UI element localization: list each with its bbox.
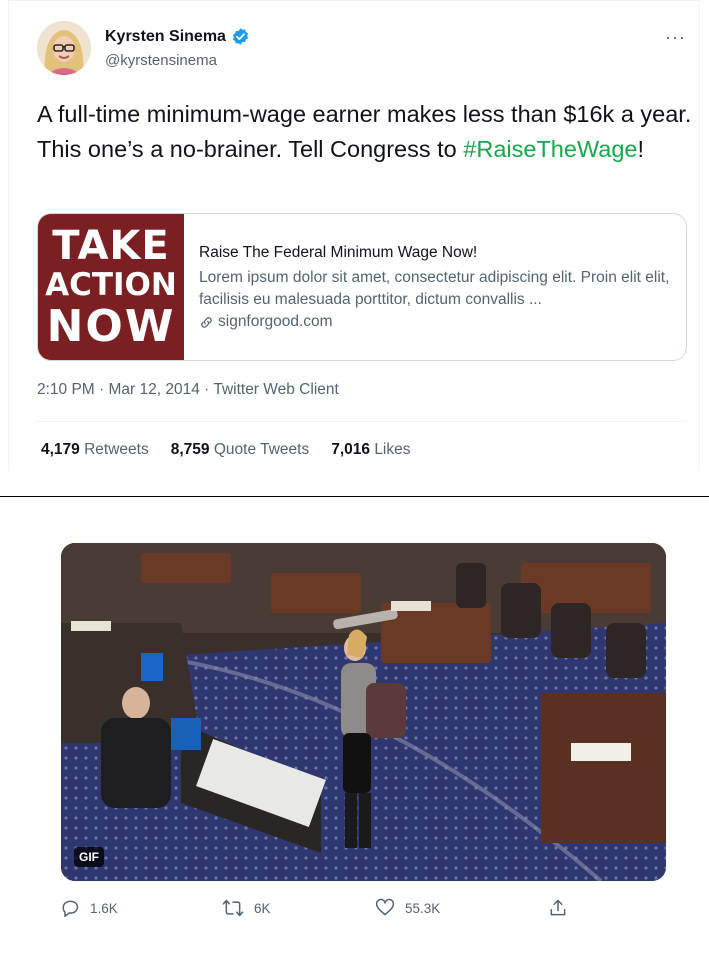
link-icon <box>201 316 212 328</box>
tweet: Kyrsten Sinema @kyrstensinema ··· A full… <box>8 0 700 471</box>
gif-media[interactable]: GIF <box>61 543 666 881</box>
reply-button[interactable]: 1.6K <box>60 898 118 918</box>
retweets-stat[interactable]: 4,179 Retweets <box>41 441 149 459</box>
divider <box>37 421 687 422</box>
quote-tweets-count: 8,759 <box>170 441 210 458</box>
gif-badge: GIF <box>74 847 104 867</box>
hashtag-link[interactable]: #RaiseTheWage <box>463 136 637 162</box>
retweet-count: 6K <box>254 900 271 916</box>
avatar[interactable] <box>37 21 91 75</box>
card-description: Lorem ipsum dolor sit amet, consectetur … <box>199 269 670 308</box>
card-image-line1: TAKE <box>52 222 170 269</box>
heart-icon <box>375 898 395 916</box>
verified-badge-icon <box>232 28 248 45</box>
retweet-button[interactable]: 6K <box>222 898 271 918</box>
likes-count: 7,016 <box>331 441 370 458</box>
like-count: 55.3K <box>405 900 441 916</box>
quote-tweets-stat[interactable]: 8,759 Quote Tweets <box>171 441 309 459</box>
screenshot-separator <box>0 496 709 497</box>
likes-label: Likes <box>374 441 411 458</box>
card-link[interactable]: signforgood.com <box>199 313 333 331</box>
author-name-row[interactable]: Kyrsten Sinema <box>105 27 250 46</box>
tweet-text-part2: ! <box>637 136 644 162</box>
engagement-stats: 4,179 Retweets 8,759 Quote Tweets 7,016 … <box>41 441 411 459</box>
tweet-actions-bar: 1.6K 6K 55.3K <box>60 898 580 922</box>
card-image-line3: NOW <box>46 300 176 352</box>
tweet-timestamp[interactable]: 2:10 PM · Mar 12, 2014 · Twitter Web Cli… <box>37 381 339 399</box>
link-card[interactable]: TAKE ACTION NOW Raise The Federal Minimu… <box>37 213 687 361</box>
author-handle[interactable]: @kyrstensinema <box>105 52 217 69</box>
author-name[interactable]: Kyrsten Sinema <box>105 28 226 46</box>
tweet-text: A full-time minimum-wage earner makes le… <box>37 97 697 167</box>
likes-stat[interactable]: 7,016 Likes <box>331 441 410 459</box>
like-button[interactable]: 55.3K <box>375 898 440 918</box>
card-image-line2: ACTION <box>45 266 177 303</box>
retweets-count: 4,179 <box>41 441 80 458</box>
senate-floor-image <box>61 543 666 881</box>
card-image[interactable]: TAKE ACTION NOW <box>38 214 184 360</box>
card-title: Raise The Federal Minimum Wage Now! <box>199 244 478 261</box>
retweet-icon <box>222 899 244 917</box>
more-options-icon[interactable]: ··· <box>665 27 686 48</box>
retweets-label: Retweets <box>84 441 149 458</box>
reply-icon <box>62 900 79 918</box>
reply-count: 1.6K <box>90 900 118 916</box>
share-button[interactable] <box>548 898 568 918</box>
quote-tweets-label: Quote Tweets <box>213 441 310 458</box>
card-link-text: signforgood.com <box>218 313 333 330</box>
share-icon <box>550 899 566 916</box>
